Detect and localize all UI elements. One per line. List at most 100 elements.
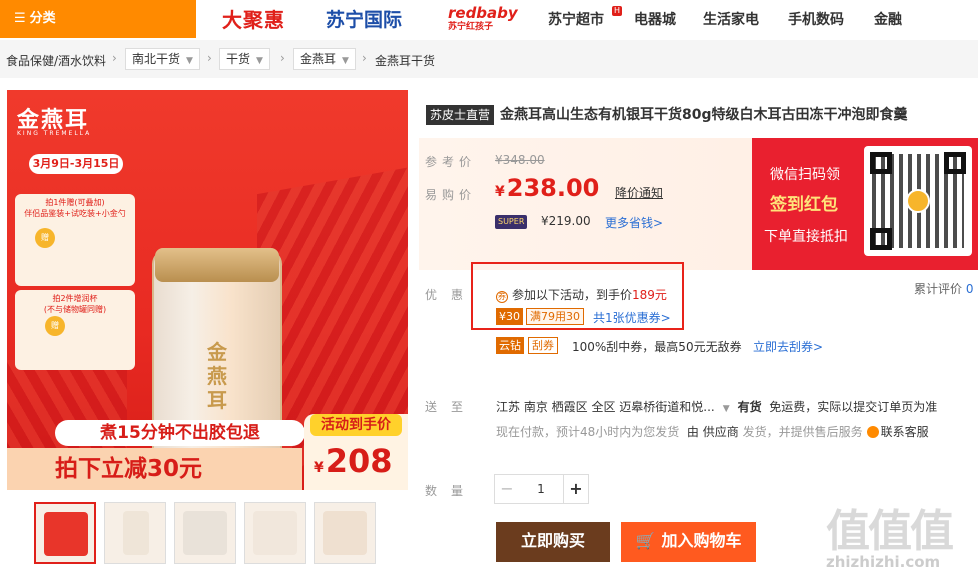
jar-label: 金燕耳 xyxy=(207,340,227,412)
promo-price: ¥208 xyxy=(314,442,393,480)
supplier-name: 供应商 xyxy=(702,425,739,439)
product-title-text: 金燕耳高山生态有机银耳干货80g特级白木耳古田冻干冲泡即食羹 xyxy=(500,107,908,123)
buy-now-button[interactable]: 立即购买 xyxy=(496,522,610,562)
chevron-down-icon[interactable]: ▼ xyxy=(723,404,730,414)
guarantee-banner: 煮15分钟不出胶包退 xyxy=(55,420,305,446)
nav-suning-international[interactable]: 苏宁国际 xyxy=(326,0,402,40)
review-label: 累计评价 xyxy=(914,282,963,296)
product-title: 苏皮士直营 金燕耳高山生态有机银耳干货80g特级白木耳古田冻干冲泡即食羹 xyxy=(426,104,908,126)
quantity-label: 数量 xyxy=(425,484,478,498)
mascot-icon xyxy=(906,189,930,213)
watermark-url: zhizhizhi.com xyxy=(826,553,941,571)
quantity-decrease-button[interactable]: − xyxy=(494,474,520,504)
promo-activity-text: 参加以下活动，到手价 xyxy=(512,288,633,302)
menu-icon: ☰ xyxy=(14,11,26,26)
chevron-right-icon: › xyxy=(207,51,212,65)
breadcrumb-root[interactable]: 食品保健/酒水饮料 xyxy=(6,52,106,69)
chevron-right-icon: › xyxy=(362,51,367,65)
gift-badge-icon: 赠 xyxy=(45,316,65,336)
customer-service-icon xyxy=(866,426,879,438)
promo-price-head: 活动到手价 xyxy=(310,414,402,436)
thumbnail[interactable] xyxy=(244,502,306,564)
ref-price-label: 参考价 xyxy=(425,155,477,169)
more-savings-link[interactable]: 更多省钱> xyxy=(605,214,663,231)
redbaby-sub-label: 苏宁红孩子 xyxy=(448,22,494,32)
brand-logo-sub: KING TREMELLA xyxy=(17,130,92,137)
promo-price-value: 208 xyxy=(325,442,393,480)
review-count-value: 0 xyxy=(965,282,974,296)
price-box: 参考价 ¥348.00 易购价 ¥238.00 降价通知 SUPER ¥219.… xyxy=(419,138,752,270)
add-to-cart-label: 加入购物车 xyxy=(661,533,742,550)
stock-status: 有货 xyxy=(737,400,762,414)
promo-activity: 券参加以下活动，到手价189元 xyxy=(496,286,667,303)
nav-dajuhui[interactable]: 大聚惠 xyxy=(222,0,285,40)
qr-code-icon xyxy=(864,146,972,256)
promo-label: 优惠 xyxy=(425,288,478,302)
scratch-tag: 刮券 xyxy=(528,337,558,354)
gift-card-2: 拍2件增润杯 (不与储物罐同赠) 赠 xyxy=(15,290,135,370)
breadcrumb-current: 金燕耳干货 xyxy=(375,54,436,68)
top-nav: ☰ 分类 大聚惠 苏宁国际 redbaby 苏宁红孩子 苏宁超市 H 电器城 生活… xyxy=(0,0,978,40)
nav-home-appliances[interactable]: 生活家电 xyxy=(703,0,759,40)
nav-appliances[interactable]: 电器城 xyxy=(634,0,676,40)
chevron-down-icon: ▼ xyxy=(342,56,349,66)
wechat-line2: 签到红包 xyxy=(770,195,838,215)
nav-digital[interactable]: 手机数码 xyxy=(788,0,844,40)
category-button[interactable]: ☰ 分类 xyxy=(0,0,196,38)
breadcrumb-level2[interactable]: 干货 ▼ xyxy=(219,48,270,70)
add-to-cart-button[interactable]: 🛒 加入购物车 xyxy=(621,522,756,562)
nav-finance[interactable]: 金融 xyxy=(874,0,902,40)
super-badge: SUPER xyxy=(495,215,528,229)
super-price: ¥219.00 xyxy=(541,214,591,228)
delivery-by: 由 xyxy=(686,425,699,439)
coupon-value-tag: ¥30 xyxy=(496,308,523,325)
delivery-label: 送至 xyxy=(425,400,478,414)
promo-currency: ¥ xyxy=(314,460,324,476)
delivery-address[interactable]: 江苏 南京 栖霞区 全区 迈皋桥街道和悦... xyxy=(496,400,715,414)
promo-price-box: 活动到手价 ¥208 xyxy=(304,414,408,490)
nav-supermarket[interactable]: 苏宁超市 xyxy=(548,0,604,40)
nav-hot-badge: H xyxy=(612,6,622,16)
discount-banner: 拍下立减30元 xyxy=(7,448,302,490)
chevron-down-icon: ▼ xyxy=(186,56,193,66)
wechat-banner[interactable]: 微信扫码领 签到红包 下单直接抵扣 xyxy=(752,138,978,270)
breadcrumb-level3-label: 金燕耳 xyxy=(300,52,337,66)
wechat-line1: 微信扫码领 xyxy=(770,167,840,183)
chevron-right-icon: › xyxy=(112,51,117,65)
thumbnail[interactable] xyxy=(314,502,376,564)
buy-price-label: 易购价 xyxy=(425,188,477,202)
price-alert-link[interactable]: 降价通知 xyxy=(615,184,663,201)
coupon-link[interactable]: 共1张优惠券> xyxy=(593,309,671,326)
wechat-line3: 下单直接抵扣 xyxy=(764,229,848,245)
review-count[interactable]: 累计评价 0 xyxy=(914,280,973,297)
thumbnail[interactable] xyxy=(104,502,166,564)
buy-price-value: 238.00 xyxy=(506,174,600,202)
breadcrumb-level1[interactable]: 南北干货 ▼ xyxy=(125,48,200,70)
currency-symbol: ¥ xyxy=(495,184,505,200)
delivery-eta: 现在付款，预计48小时内为您发货 xyxy=(496,425,680,439)
quantity-increase-button[interactable]: + xyxy=(563,474,589,504)
gift-card-1: 拍1件赠(可叠加) 伴侣品鉴装+试吃装+小金勺 赠 xyxy=(15,194,135,286)
contact-service-link[interactable]: 联系客服 xyxy=(881,425,929,439)
product-main-image[interactable]: 金燕耳 KING TREMELLA 3月9日-3月15日 拍1件赠(可叠加) 伴… xyxy=(7,90,408,490)
chevron-down-icon: ▼ xyxy=(256,56,263,66)
cart-icon: 🛒 xyxy=(635,533,656,550)
watermark-logo: 值值值 xyxy=(826,506,954,557)
delivery-service: 发货，并提供售后服务 xyxy=(742,425,863,439)
yunzuan-tag: 云钻 xyxy=(496,337,524,354)
shop-tag: 苏皮士直营 xyxy=(426,105,495,125)
promo-activity-price: 189元 xyxy=(632,288,667,302)
thumbnail[interactable] xyxy=(34,502,96,564)
breadcrumb: 食品保健/酒水饮料 › 南北干货 ▼ › 干货 ▼ › 金燕耳 ▼ › 金燕耳干货 xyxy=(0,40,978,78)
quantity-input[interactable] xyxy=(519,474,563,504)
scratch-coupon-link[interactable]: 立即去刮券> xyxy=(753,338,823,355)
promo-date: 3月9日-3月15日 xyxy=(29,154,123,174)
ref-price: ¥348.00 xyxy=(495,153,545,167)
gift-badge-icon: 赠 xyxy=(35,228,55,248)
breadcrumb-level3[interactable]: 金燕耳 ▼ xyxy=(293,48,356,70)
product-jar-lid xyxy=(155,248,279,282)
coupon-rule-tag: 满79用30 xyxy=(526,308,584,325)
gift-card-1-text: 拍1件赠(可叠加) 伴侣品鉴装+试吃装+小金勺 xyxy=(24,198,126,218)
thumbnail[interactable] xyxy=(174,502,236,564)
chevron-right-icon: › xyxy=(280,51,285,65)
